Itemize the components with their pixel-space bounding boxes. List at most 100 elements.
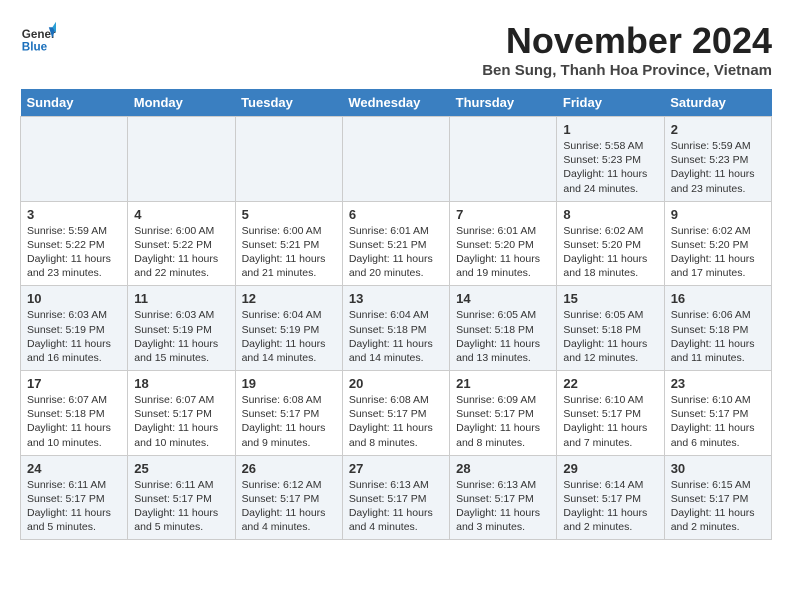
weekday-header: Thursday	[450, 89, 557, 117]
calendar-cell: 20 Sunrise: 6:08 AM Sunset: 5:17 PM Dayli…	[342, 371, 449, 456]
day-info: Sunrise: 6:15 AM Sunset: 5:17 PM Dayligh…	[671, 478, 765, 535]
day-number: 7	[456, 207, 550, 222]
weekday-header: Sunday	[21, 89, 128, 117]
calendar-cell	[235, 117, 342, 202]
day-number: 28	[456, 461, 550, 476]
day-info: Sunrise: 6:04 AM Sunset: 5:19 PM Dayligh…	[242, 308, 336, 365]
calendar-table: SundayMondayTuesdayWednesdayThursdayFrid…	[20, 89, 772, 540]
calendar-cell: 16 Sunrise: 6:06 AM Sunset: 5:18 PM Dayli…	[664, 286, 771, 371]
day-info: Sunrise: 6:02 AM Sunset: 5:20 PM Dayligh…	[563, 224, 657, 281]
day-info: Sunrise: 6:00 AM Sunset: 5:22 PM Dayligh…	[134, 224, 228, 281]
calendar-cell	[342, 117, 449, 202]
day-number: 17	[27, 376, 121, 391]
day-info: Sunrise: 6:13 AM Sunset: 5:17 PM Dayligh…	[456, 478, 550, 535]
calendar-cell: 1 Sunrise: 5:58 AM Sunset: 5:23 PM Daylig…	[557, 117, 664, 202]
title-area: November 2024 Ben Sung, Thanh Hoa Provin…	[482, 20, 772, 79]
location: Ben Sung, Thanh Hoa Province, Vietnam	[482, 62, 772, 79]
day-info: Sunrise: 6:07 AM Sunset: 5:17 PM Dayligh…	[134, 393, 228, 450]
day-info: Sunrise: 6:08 AM Sunset: 5:17 PM Dayligh…	[242, 393, 336, 450]
calendar-cell: 24 Sunrise: 6:11 AM Sunset: 5:17 PM Dayli…	[21, 455, 128, 540]
calendar-cell: 13Sunrise: 6:04 AM Sunset: 5:18 PM Dayli…	[342, 286, 449, 371]
day-info: Sunrise: 6:00 AM Sunset: 5:21 PM Dayligh…	[242, 224, 336, 281]
day-number: 30	[671, 461, 765, 476]
day-info: Sunrise: 5:59 AM Sunset: 5:22 PM Dayligh…	[27, 224, 121, 281]
weekday-header: Tuesday	[235, 89, 342, 117]
calendar-cell: 18Sunrise: 6:07 AM Sunset: 5:17 PM Dayli…	[128, 371, 235, 456]
weekday-header: Wednesday	[342, 89, 449, 117]
day-info: Sunrise: 6:10 AM Sunset: 5:17 PM Dayligh…	[671, 393, 765, 450]
day-info: Sunrise: 6:04 AM Sunset: 5:18 PM Dayligh…	[349, 308, 443, 365]
day-number: 26	[242, 461, 336, 476]
day-number: 19	[242, 376, 336, 391]
svg-text:Blue: Blue	[22, 41, 48, 54]
day-number: 29	[563, 461, 657, 476]
calendar-cell: 28 Sunrise: 6:13 AM Sunset: 5:17 PM Dayli…	[450, 455, 557, 540]
day-number: 14	[456, 291, 550, 306]
day-number: 16	[671, 291, 765, 306]
day-number: 21	[456, 376, 550, 391]
calendar-cell: 21 Sunrise: 6:09 AM Sunset: 5:17 PM Dayli…	[450, 371, 557, 456]
day-number: 23	[671, 376, 765, 391]
day-info: Sunrise: 6:11 AM Sunset: 5:17 PM Dayligh…	[134, 478, 228, 535]
day-number: 6	[349, 207, 443, 222]
day-info: Sunrise: 6:09 AM Sunset: 5:17 PM Dayligh…	[456, 393, 550, 450]
day-number: 8	[563, 207, 657, 222]
calendar-cell: 6 Sunrise: 6:01 AM Sunset: 5:21 PM Daylig…	[342, 201, 449, 286]
calendar-cell: 14Sunrise: 6:05 AM Sunset: 5:18 PM Dayli…	[450, 286, 557, 371]
logo: General Blue	[20, 20, 56, 56]
day-number: 4	[134, 207, 228, 222]
day-number: 1	[563, 122, 657, 137]
calendar-cell: 9 Sunrise: 6:02 AM Sunset: 5:20 PM Daylig…	[664, 201, 771, 286]
day-info: Sunrise: 6:01 AM Sunset: 5:20 PM Dayligh…	[456, 224, 550, 281]
calendar-cell: 8 Sunrise: 6:02 AM Sunset: 5:20 PM Daylig…	[557, 201, 664, 286]
weekday-header: Saturday	[664, 89, 771, 117]
calendar-cell: 12Sunrise: 6:04 AM Sunset: 5:19 PM Dayli…	[235, 286, 342, 371]
calendar-cell: 3 Sunrise: 5:59 AM Sunset: 5:22 PM Daylig…	[21, 201, 128, 286]
calendar-cell: 4 Sunrise: 6:00 AM Sunset: 5:22 PM Daylig…	[128, 201, 235, 286]
calendar-cell: 27 Sunrise: 6:13 AM Sunset: 5:17 PM Dayli…	[342, 455, 449, 540]
day-info: Sunrise: 6:11 AM Sunset: 5:17 PM Dayligh…	[27, 478, 121, 535]
day-number: 24	[27, 461, 121, 476]
day-number: 3	[27, 207, 121, 222]
calendar-cell: 11Sunrise: 6:03 AM Sunset: 5:19 PM Dayli…	[128, 286, 235, 371]
day-info: Sunrise: 6:01 AM Sunset: 5:21 PM Dayligh…	[349, 224, 443, 281]
day-number: 10	[27, 291, 121, 306]
calendar-cell	[450, 117, 557, 202]
calendar-cell: 23 Sunrise: 6:10 AM Sunset: 5:17 PM Dayli…	[664, 371, 771, 456]
day-info: Sunrise: 6:10 AM Sunset: 5:17 PM Dayligh…	[563, 393, 657, 450]
calendar-cell: 26 Sunrise: 6:12 AM Sunset: 5:17 PM Dayli…	[235, 455, 342, 540]
calendar-cell	[128, 117, 235, 202]
day-info: Sunrise: 6:06 AM Sunset: 5:18 PM Dayligh…	[671, 308, 765, 365]
day-number: 15	[563, 291, 657, 306]
day-number: 27	[349, 461, 443, 476]
day-info: Sunrise: 6:08 AM Sunset: 5:17 PM Dayligh…	[349, 393, 443, 450]
day-number: 2	[671, 122, 765, 137]
calendar-cell: 19 Sunrise: 6:08 AM Sunset: 5:17 PM Dayli…	[235, 371, 342, 456]
day-info: Sunrise: 6:02 AM Sunset: 5:20 PM Dayligh…	[671, 224, 765, 281]
calendar-cell: 7 Sunrise: 6:01 AM Sunset: 5:20 PM Daylig…	[450, 201, 557, 286]
day-info: Sunrise: 5:58 AM Sunset: 5:23 PM Dayligh…	[563, 139, 657, 196]
logo-icon: General Blue	[20, 20, 56, 56]
calendar-cell: 15 Sunrise: 6:05 AM Sunset: 5:18 PM Dayli…	[557, 286, 664, 371]
day-info: Sunrise: 6:14 AM Sunset: 5:17 PM Dayligh…	[563, 478, 657, 535]
weekday-header: Friday	[557, 89, 664, 117]
day-number: 11	[134, 291, 228, 306]
calendar-cell: 10 Sunrise: 6:03 AM Sunset: 5:19 PM Dayli…	[21, 286, 128, 371]
calendar-cell: 25 Sunrise: 6:11 AM Sunset: 5:17 PM Dayli…	[128, 455, 235, 540]
day-info: Sunrise: 6:05 AM Sunset: 5:18 PM Dayligh…	[563, 308, 657, 365]
day-number: 9	[671, 207, 765, 222]
day-number: 20	[349, 376, 443, 391]
calendar-cell: 22Sunrise: 6:10 AM Sunset: 5:17 PM Dayli…	[557, 371, 664, 456]
day-number: 5	[242, 207, 336, 222]
day-info: Sunrise: 6:07 AM Sunset: 5:18 PM Dayligh…	[27, 393, 121, 450]
day-number: 25	[134, 461, 228, 476]
day-info: Sunrise: 6:12 AM Sunset: 5:17 PM Dayligh…	[242, 478, 336, 535]
day-info: Sunrise: 6:13 AM Sunset: 5:17 PM Dayligh…	[349, 478, 443, 535]
calendar-cell: 17 Sunrise: 6:07 AM Sunset: 5:18 PM Dayli…	[21, 371, 128, 456]
calendar-cell: 5 Sunrise: 6:00 AM Sunset: 5:21 PM Daylig…	[235, 201, 342, 286]
weekday-header: Monday	[128, 89, 235, 117]
calendar-header: SundayMondayTuesdayWednesdayThursdayFrid…	[21, 89, 772, 117]
day-info: Sunrise: 6:03 AM Sunset: 5:19 PM Dayligh…	[27, 308, 121, 365]
calendar-cell: 2Sunrise: 5:59 AM Sunset: 5:23 PM Daylig…	[664, 117, 771, 202]
calendar-cell	[21, 117, 128, 202]
